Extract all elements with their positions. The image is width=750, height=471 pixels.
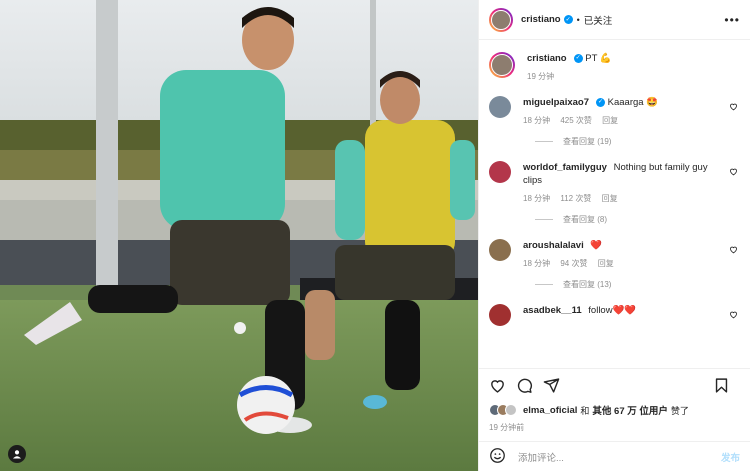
caption-time: 19 分钟 — [527, 72, 555, 81]
comment-time: 18 分钟 — [523, 259, 551, 268]
comment-emoji: ❤️❤️ — [612, 305, 637, 316]
comment: asadbek__11 follow❤️❤️ — [489, 304, 740, 326]
comments-list: cristiano ✓ PT 💪 19 分钟 miguelpaixao7 ✓ Kaa… — [479, 40, 750, 368]
view-replies-button[interactable]: 查看回复 (8) — [535, 214, 740, 225]
comment-like-count[interactable]: 94 次赞 — [560, 259, 587, 268]
following-button[interactable]: 已关注 — [584, 13, 613, 27]
view-replies-button[interactable]: 查看回复 (19) — [535, 136, 740, 147]
post-side-panel: cristiano ✓ • 已关注 ••• cristiano ✓ PT 💪 19… — [478, 0, 750, 471]
commenter-avatar[interactable] — [489, 96, 511, 118]
reply-button[interactable]: 回复 — [598, 259, 614, 268]
caption-text: PT — [585, 53, 598, 64]
verified-badge-icon: ✓ — [573, 53, 583, 63]
comment-bubble-icon[interactable] — [516, 377, 533, 394]
view-replies-label: 查看回复 (13) — [563, 280, 612, 289]
post-comment-button[interactable]: 发布 — [721, 450, 740, 464]
comment-like-count[interactable]: 425 次赞 — [560, 116, 592, 125]
photo-scene — [0, 0, 478, 471]
view-replies-button[interactable]: 查看回复 (13) — [535, 279, 740, 290]
verified-badge-icon: ✓ — [596, 97, 605, 107]
add-comment-input[interactable]: 添加评论... — [518, 450, 564, 464]
tagged-users-button[interactable] — [8, 445, 26, 463]
commenter-avatar[interactable] — [489, 304, 511, 326]
comment: miguelpaixao7 ✓ Kaaarga 🤩 18 分钟 425 次赞 回复 — [489, 96, 740, 126]
like-comment-heart-icon[interactable] — [729, 102, 738, 111]
comment: aroushalalavi ❤️ 18 分钟 94 次赞 回复 — [489, 239, 740, 269]
comment: worldof_familyguy Nothing but family guy… — [489, 161, 740, 204]
caption-author-avatar[interactable] — [489, 52, 515, 78]
likes-suffix: 赞了 — [670, 405, 689, 416]
share-send-icon[interactable] — [543, 377, 560, 394]
instagram-post-modal: cristiano ✓ • 已关注 ••• cristiano ✓ PT 💪 19… — [0, 0, 750, 471]
post-actions-bar — [479, 368, 750, 402]
author-avatar[interactable] — [489, 7, 513, 32]
verified-badge-icon: ✓ — [563, 15, 573, 24]
caption-author[interactable]: cristiano — [527, 53, 567, 64]
commenter-username[interactable]: aroushalalavi — [523, 240, 584, 251]
commenter-username[interactable]: worldof_familyguy — [523, 162, 607, 173]
comment-emoji: ❤️ — [590, 240, 603, 251]
like-comment-heart-icon[interactable] — [729, 245, 738, 254]
comment-time: 18 分钟 — [523, 194, 551, 203]
commenter-username[interactable]: asadbek__11 — [523, 305, 582, 316]
commenter-avatar[interactable] — [489, 239, 511, 261]
commenter-username[interactable]: miguelpaixao7 — [523, 97, 589, 108]
like-comment-heart-icon[interactable] — [729, 167, 738, 176]
first-liker-username[interactable]: elma_oficial — [523, 405, 577, 416]
comment-time: 18 分钟 — [523, 116, 551, 125]
likes-joiner: 和 — [580, 405, 590, 416]
like-comment-heart-icon[interactable] — [729, 310, 738, 319]
save-bookmark-icon[interactable] — [713, 377, 730, 394]
user-icon — [13, 450, 21, 459]
comment-text: follow — [588, 305, 613, 316]
header-separator: • — [576, 14, 580, 25]
more-options-icon[interactable]: ••• — [724, 13, 740, 27]
author-username[interactable]: cristiano — [521, 14, 561, 25]
add-comment-bar: 添加评论... 发布 — [479, 441, 750, 471]
comment-like-count[interactable]: 112 次赞 — [560, 194, 591, 203]
emoji-icon[interactable] — [489, 447, 506, 466]
comment-text: Kaaarga — [607, 97, 644, 108]
liker-avatars — [489, 404, 517, 416]
caption-emoji: 💪 — [599, 53, 612, 64]
post-timestamp: 19 分钟前 — [489, 423, 525, 432]
reply-button[interactable]: 回复 — [602, 194, 618, 203]
post-photo — [0, 0, 478, 471]
comment-emoji: 🤩 — [646, 97, 659, 108]
commenter-avatar[interactable] — [489, 161, 511, 183]
like-heart-icon[interactable] — [489, 377, 506, 394]
view-replies-label: 查看回复 (19) — [563, 137, 612, 146]
other-likers-count[interactable]: 其他 67 万 位用户 — [592, 403, 668, 417]
caption: cristiano ✓ PT 💪 19 分钟 — [489, 52, 740, 82]
reply-button[interactable]: 回复 — [602, 116, 618, 125]
likes-summary[interactable]: elma_oficial 和 其他 67 万 位用户 赞了 — [479, 402, 750, 418]
post-header: cristiano ✓ • 已关注 ••• — [479, 0, 750, 40]
view-replies-label: 查看回复 (8) — [563, 215, 607, 224]
